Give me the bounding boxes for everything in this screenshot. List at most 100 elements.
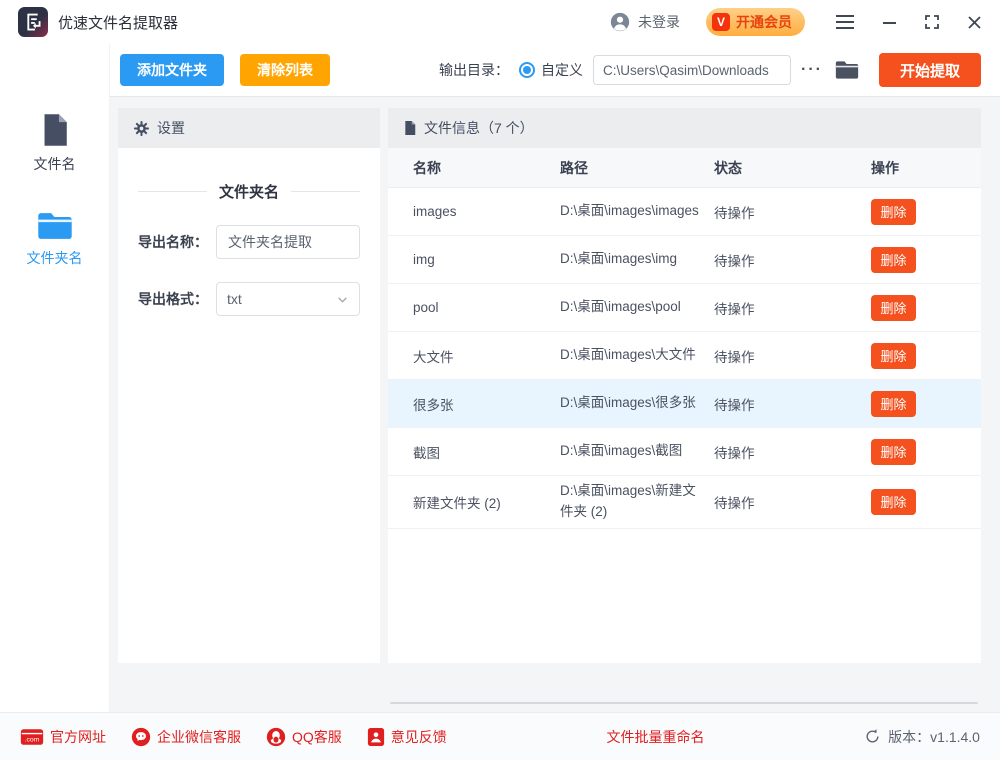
custom-radio-label[interactable]: 自定义 — [541, 60, 583, 80]
name-cell: img — [413, 252, 560, 267]
sidebar-item-foldername[interactable]: 文件夹名 — [0, 211, 109, 268]
file-info-panel: 文件信息（7 个） 名称 路径 状态 操作 images D:\桌面\image… — [388, 108, 981, 663]
clear-list-button[interactable]: 清除列表 — [240, 54, 330, 86]
browse-ellipsis-button[interactable]: ··· — [801, 61, 823, 79]
section-divider: 文件夹名 — [138, 181, 360, 202]
export-format-label: 导出格式： — [138, 289, 216, 309]
status-cell: 待操作 — [714, 394, 871, 414]
path-cell: D:\桌面\images\img — [560, 244, 706, 275]
open-vip-button[interactable]: V 开通会员 — [706, 8, 805, 36]
app-title: 优速文件名提取器 — [58, 12, 178, 33]
batch-rename-link[interactable]: 文件批量重命名 — [606, 727, 704, 747]
table-header: 名称 路径 状态 操作 — [388, 148, 981, 188]
export-name-label: 导出名称： — [138, 232, 216, 252]
sidebar-item-label: 文件名 — [34, 154, 76, 174]
col-status: 状态 — [714, 158, 871, 178]
vip-label: 开通会员 — [736, 12, 792, 32]
minimize-icon[interactable] — [882, 15, 897, 30]
file-info-header-label: 文件信息（7 个） — [424, 118, 534, 138]
file-info-header: 文件信息（7 个） — [388, 108, 981, 148]
feedback-icon — [367, 727, 385, 747]
name-cell: 很多张 — [413, 394, 560, 414]
official-site-label: 官方网址 — [50, 727, 106, 747]
name-cell: 大文件 — [413, 346, 560, 366]
section-title: 文件夹名 — [219, 181, 279, 202]
delete-button[interactable]: 删除 — [871, 439, 916, 465]
table-row[interactable]: 截图 D:\桌面\images\截图 待操作 删除 — [388, 428, 981, 476]
main-area: 设置 文件夹名 导出名称： 导出格式： txt — [110, 97, 1000, 712]
wechat-service-link[interactable]: 企业微信客服 — [131, 727, 241, 747]
document-icon — [403, 120, 417, 136]
status-cell: 待操作 — [714, 442, 871, 462]
sidebar-item-filename[interactable]: 文件名 — [0, 113, 109, 174]
status-cell: 待操作 — [714, 492, 871, 512]
output-dir-label: 输出目录： — [439, 60, 509, 80]
app-logo-icon — [18, 7, 48, 37]
path-cell: D:\桌面\images\很多张 — [560, 388, 706, 419]
gear-icon — [133, 120, 150, 137]
divider-line — [291, 191, 360, 192]
dot-com-icon: .com — [20, 728, 44, 746]
status-cell: 待操作 — [714, 202, 871, 222]
table-row[interactable]: 大文件 D:\桌面\images\大文件 待操作 删除 — [388, 332, 981, 380]
add-folder-button[interactable]: 添加文件夹 — [120, 54, 224, 86]
output-path-input[interactable] — [593, 55, 791, 85]
qq-service-label: QQ客服 — [292, 727, 342, 747]
col-name: 名称 — [413, 158, 560, 178]
qq-service-link[interactable]: QQ客服 — [266, 727, 342, 747]
table-row-selected[interactable]: 很多张 D:\桌面\images\很多张 待操作 删除 — [388, 380, 981, 428]
path-cell: D:\桌面\images\截图 — [560, 436, 706, 467]
official-site-link[interactable]: .com 官方网址 — [20, 727, 106, 747]
export-format-select[interactable]: txt — [216, 282, 360, 316]
maximize-icon[interactable] — [924, 14, 940, 30]
refresh-icon[interactable] — [864, 728, 881, 745]
svg-text:.com: .com — [25, 736, 40, 743]
custom-radio[interactable] — [519, 62, 535, 78]
delete-button[interactable]: 删除 — [871, 295, 916, 321]
folder-icon — [37, 211, 73, 241]
wechat-service-label: 企业微信客服 — [157, 727, 241, 747]
menu-icon[interactable] — [835, 14, 855, 30]
delete-button[interactable]: 删除 — [871, 489, 916, 515]
vip-icon: V — [712, 13, 730, 31]
path-cell: D:\桌面\images\pool — [560, 292, 706, 323]
user-account[interactable]: 未登录 — [609, 11, 680, 33]
titlebar: 优速文件名提取器 未登录 V 开通会员 — [0, 0, 1000, 44]
feedback-link[interactable]: 意见反馈 — [367, 727, 447, 747]
qq-service-icon — [266, 727, 286, 747]
delete-button[interactable]: 删除 — [871, 343, 916, 369]
wechat-service-icon — [131, 727, 151, 747]
status-cell: 待操作 — [714, 298, 871, 318]
col-action: 操作 — [871, 158, 981, 178]
settings-panel: 设置 文件夹名 导出名称： 导出格式： txt — [118, 108, 380, 663]
sidebar: 文件名 文件夹名 — [0, 44, 110, 712]
table-row[interactable]: pool D:\桌面\images\pool 待操作 删除 — [388, 284, 981, 332]
delete-button[interactable]: 删除 — [871, 199, 916, 225]
horizontal-scrollbar[interactable] — [390, 702, 978, 704]
table-row[interactable]: img D:\桌面\images\img 待操作 删除 — [388, 236, 981, 284]
close-icon[interactable] — [967, 15, 982, 30]
open-folder-icon[interactable] — [835, 60, 859, 80]
export-name-input[interactable] — [216, 225, 360, 259]
table-row[interactable]: images D:\桌面\images\images 待操作 删除 — [388, 188, 981, 236]
table-row[interactable]: 新建文件夹 (2) D:\桌面\images\新建文件夹 (2) 待操作 删除 — [388, 476, 981, 529]
name-cell: images — [413, 204, 560, 219]
delete-button[interactable]: 删除 — [871, 247, 916, 273]
path-cell: D:\桌面\images\新建文件夹 (2) — [560, 476, 706, 528]
status-cell: 待操作 — [714, 250, 871, 270]
feedback-label: 意见反馈 — [391, 727, 447, 747]
name-cell: 新建文件夹 (2) — [413, 492, 560, 512]
name-cell: pool — [413, 300, 560, 315]
path-cell: D:\桌面\images\images — [560, 196, 706, 227]
version-info: 版本：v1.1.4.0 — [864, 727, 980, 747]
file-icon — [39, 113, 71, 147]
chevron-down-icon — [336, 293, 349, 306]
delete-button[interactable]: 删除 — [871, 391, 916, 417]
version-label: 版本：v1.1.4.0 — [888, 727, 980, 747]
start-extract-button[interactable]: 开始提取 — [879, 53, 981, 87]
login-status[interactable]: 未登录 — [638, 12, 680, 32]
name-cell: 截图 — [413, 442, 560, 462]
path-cell: D:\桌面\images\大文件 — [560, 340, 706, 371]
sidebar-item-label: 文件夹名 — [27, 248, 83, 268]
toolbar: 添加文件夹 清除列表 输出目录： 自定义 ··· 开始提取 — [110, 44, 1000, 97]
